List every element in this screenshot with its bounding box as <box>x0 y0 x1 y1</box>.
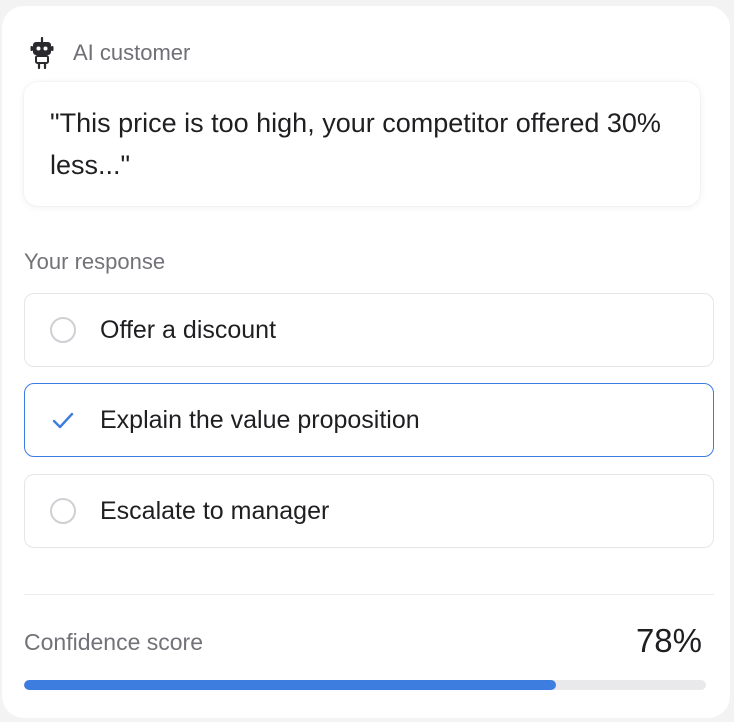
radio-unselected-icon[interactable] <box>50 498 76 524</box>
radio-unselected-icon[interactable] <box>50 317 76 343</box>
scenario-card: AI customer "This price is too high, you… <box>2 6 730 718</box>
customer-message-bubble: "This price is too high, your competitor… <box>24 82 700 206</box>
customer-header: AI customer <box>30 36 190 70</box>
response-section-label: Your response <box>24 249 166 274</box>
response-option-label: Escalate to manager <box>100 496 330 525</box>
divider <box>24 594 714 595</box>
response-option-label: Offer a discount <box>100 315 277 344</box>
customer-message: "This price is too high, your competitor… <box>50 108 661 180</box>
customer-label: AI customer <box>73 40 191 65</box>
robot-icon <box>30 36 54 70</box>
response-option-label: Explain the value proposition <box>100 405 420 434</box>
confidence-progress-fill <box>24 680 556 690</box>
response-option-value-proposition[interactable]: Explain the value proposition <box>24 383 714 457</box>
confidence-progress-bar <box>24 680 706 690</box>
response-option-discount[interactable]: Offer a discount <box>24 293 714 367</box>
checkmark-icon[interactable] <box>50 407 76 433</box>
confidence-value: 78% <box>635 622 702 659</box>
confidence-label: Confidence score <box>24 629 203 655</box>
response-option-escalate[interactable]: Escalate to manager <box>24 474 714 548</box>
